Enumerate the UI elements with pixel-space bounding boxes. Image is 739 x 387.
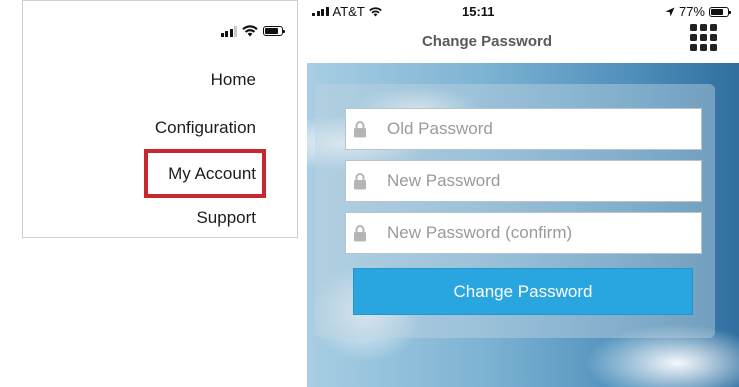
- highlight-box: [144, 149, 266, 198]
- cellular-signal-icon: [312, 7, 329, 16]
- confirm-password-input[interactable]: [385, 212, 701, 254]
- battery-icon: [709, 6, 731, 17]
- old-password-input[interactable]: [385, 108, 701, 150]
- battery-percent: 77%: [678, 4, 705, 19]
- lock-icon: [354, 172, 366, 189]
- app-grid-icon[interactable]: [690, 24, 717, 51]
- change-password-button[interactable]: Change Password: [353, 268, 693, 315]
- wifi-icon: [242, 25, 258, 37]
- confirm-password-field[interactable]: [345, 212, 702, 254]
- location-arrow-icon: [665, 7, 675, 16]
- new-password-field[interactable]: [345, 160, 702, 202]
- menu-item-home[interactable]: Home: [211, 70, 256, 90]
- phone-screen: AT&T 15:11 77% Change Password Change Pa…: [307, 0, 739, 387]
- status-icons: [220, 25, 285, 37]
- status-bar: AT&T 15:11 77%: [307, 0, 739, 20]
- menu-panel: Home Configuration My Account Support: [22, 0, 298, 238]
- clock: 15:11: [462, 4, 495, 19]
- battery-icon: [263, 26, 285, 36]
- lock-icon: [354, 224, 366, 241]
- carrier-label: AT&T: [332, 4, 365, 19]
- new-password-input[interactable]: [385, 160, 701, 202]
- cellular-signal-icon: [220, 25, 237, 37]
- lock-icon: [354, 120, 366, 137]
- wifi-icon: [369, 6, 382, 16]
- page-title: Change Password: [421, 33, 553, 50]
- menu-item-configuration[interactable]: Configuration: [155, 118, 256, 138]
- old-password-field[interactable]: [345, 108, 702, 150]
- menu-item-support[interactable]: Support: [196, 208, 256, 228]
